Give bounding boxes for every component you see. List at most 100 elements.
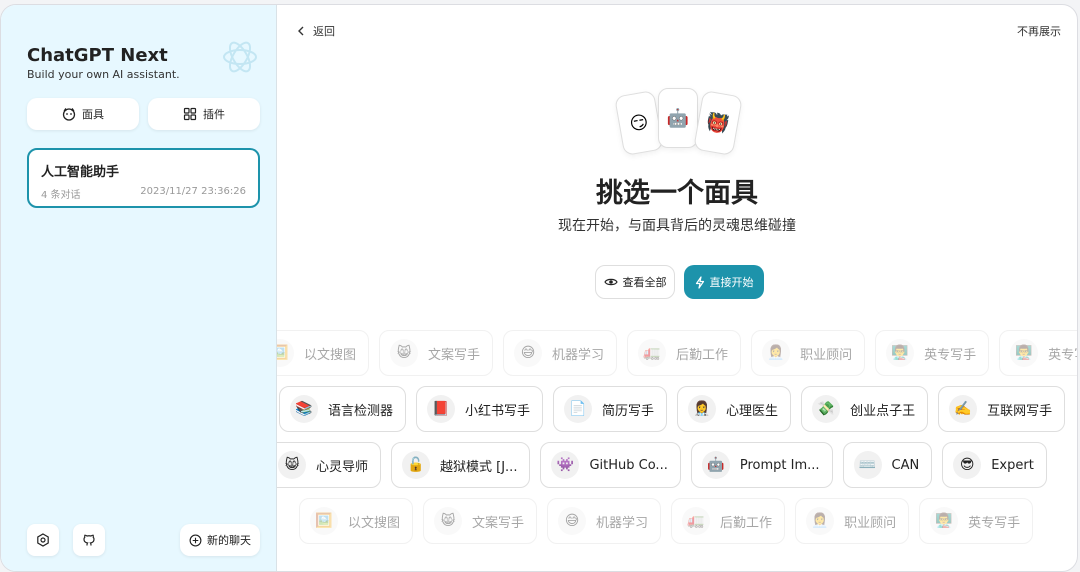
add-circle-icon	[189, 534, 202, 546]
mask-avatar: 🤖	[701, 451, 730, 479]
mask-avatar: 💸	[812, 395, 841, 423]
mask-chip[interactable]: 😅 机器学习	[503, 330, 618, 376]
mask-avatar: 😸	[390, 339, 419, 367]
mask-name: 以文搜图	[348, 515, 401, 531]
mask-chip[interactable]: 👩‍💼 职业顾问	[795, 498, 910, 544]
mask-chip[interactable]: 🚛 后勤工作	[671, 498, 786, 544]
mask-chip[interactable]: 😸 文案写手	[379, 330, 494, 376]
eye-icon	[603, 278, 618, 286]
mask-chip[interactable]: 🔓 越狱模式 [J...	[391, 442, 531, 488]
mask-name: GitHub Co...	[589, 457, 668, 473]
mask-avatar: ⌨️	[853, 451, 882, 479]
mask-chip[interactable]: 😸 文案写手	[423, 498, 538, 544]
hero-title: 挑选一个面具	[596, 178, 758, 209]
settings-button[interactable]	[27, 524, 59, 556]
mask-chip[interactable]: 😎 Expert	[942, 442, 1047, 488]
mask-name: Prompt Im...	[739, 457, 820, 473]
mask-name: Expert	[991, 457, 1034, 473]
plugin-button[interactable]: 插件	[148, 98, 260, 130]
mask-avatar: 👩‍⚕️	[688, 395, 717, 423]
mask-name: 机器学习	[552, 347, 605, 363]
emoji-card-2: 🤖	[658, 88, 698, 148]
mask-chip[interactable]: 🖼️ 以文搜图	[277, 330, 370, 376]
mask-chip[interactable]: 👨‍🏫 英专写手	[875, 330, 990, 376]
main-panel: 返回 不再展示 😏 🤖 👹 挑选一个面具 现在开始，与面具背后的灵魂思维碰撞 查…	[277, 5, 1077, 571]
mask-avatar: 🖼️	[310, 507, 338, 535]
mask-name: 后勤工作	[676, 347, 729, 363]
mask-avatar: 👨‍🏫	[930, 507, 959, 535]
chevron-left-icon	[298, 26, 304, 36]
mask-avatar: 😸	[278, 451, 306, 479]
start-label: 直接开始	[709, 276, 754, 289]
mask-chip[interactable]: 👨‍🏫 英专写手	[919, 498, 1034, 544]
mask-button-label: 面具	[82, 108, 104, 121]
new-chat-button[interactable]: 新的聊天	[180, 524, 260, 556]
emoji-card-3: 👹	[693, 89, 743, 157]
mask-avatar: 😸	[434, 507, 463, 535]
mask-name: 简历写手	[602, 403, 655, 419]
new-chat-label: 新的聊天	[207, 534, 251, 547]
mask-chip[interactable]: 👾 GitHub Co...	[540, 442, 681, 488]
mask-avatar: 👾	[551, 451, 580, 479]
mask-name: 机器学习	[596, 515, 649, 531]
view-all-button[interactable]: 查看全部	[595, 265, 675, 299]
grid-icon	[183, 107, 197, 121]
mask-avatar: 😅	[558, 507, 587, 535]
openai-logo-icon	[223, 41, 257, 73]
mask-icon	[62, 107, 76, 121]
mask-chip[interactable]: 👨‍🏫 英专写手	[999, 330, 1077, 376]
app-window: ChatGPT Next Build your own AI assistant…	[0, 4, 1078, 572]
mask-row-1: 🖼️ 以文搜图 😸 文案写手 😅 机器学习 🚛 后勤工作 👩‍💼 职业顾问 👨‍🏫 英专写手…	[277, 330, 1077, 376]
start-button[interactable]: 直接开始	[684, 265, 764, 299]
chat-item-count: 4 条对话	[41, 190, 81, 201]
mask-name: 以文搜图	[304, 347, 357, 363]
mask-name: 越狱模式 [J...	[440, 459, 518, 475]
mask-name: 创业点子王	[850, 403, 916, 419]
mask-chip[interactable]: 🤖 Prompt Im...	[690, 442, 833, 488]
mask-name: 心灵导师	[316, 459, 369, 475]
mask-avatar: 👨‍🏫	[1010, 339, 1039, 367]
emoji-robot: 🤖	[666, 107, 690, 129]
mask-name: 小红书写手	[465, 403, 531, 419]
mask-avatar: ✍️	[949, 395, 978, 423]
mask-avatar: 👨‍🏫	[886, 339, 915, 367]
mask-chip[interactable]: 👩‍💼 职业顾问	[751, 330, 866, 376]
mask-chip[interactable]: 👩‍⚕️ 心理医生	[677, 386, 792, 432]
hide-button[interactable]: 不再展示	[1017, 23, 1061, 39]
mask-avatar: 🔓	[402, 451, 431, 479]
mask-name: 职业顾问	[800, 347, 853, 363]
mask-avatar: 🚛	[682, 507, 711, 535]
back-button[interactable]: 返回	[297, 23, 335, 39]
mask-chip[interactable]: 😅 机器学习	[547, 498, 662, 544]
mask-chip[interactable]: 📕 小红书写手	[416, 386, 544, 432]
mask-avatar: 😅	[514, 339, 543, 367]
mask-name: 文案写手	[472, 515, 525, 531]
settings-icon	[37, 533, 49, 547]
github-icon	[83, 534, 95, 546]
mask-chip[interactable]: 😸 心灵导师	[277, 442, 382, 488]
chat-item[interactable]: 人工智能助手 4 条对话 2023/11/27 23:36:26	[27, 148, 260, 208]
mask-chip[interactable]: 💸 创业点子王	[801, 386, 929, 432]
mask-avatar: 😎	[953, 451, 982, 479]
mask-name: 职业顾问	[844, 515, 897, 531]
mask-chip[interactable]: 🚛 后勤工作	[627, 330, 742, 376]
mask-chip[interactable]: 🖼️ 以文搜图	[299, 498, 414, 544]
mask-row-2: 📚 语言检测器 📕 小红书写手 📄 简历写手 👩‍⚕️ 心理医生 💸 创业点子王 ✍️ 互联…	[279, 386, 1066, 432]
mask-name: 互联网写手	[987, 403, 1053, 419]
sidebar: ChatGPT Next Build your own AI assistant…	[1, 5, 277, 571]
mask-name: 文案写手	[428, 347, 481, 363]
mask-avatar: 📄	[564, 395, 593, 423]
github-button[interactable]	[73, 524, 105, 556]
app-subtitle: Build your own AI assistant.	[27, 68, 180, 81]
mask-row-3: 😸 心灵导师 🔓 越狱模式 [J... 👾 GitHub Co... 🤖 Prompt …	[277, 442, 1047, 488]
mask-avatar: 👩‍💼	[806, 507, 835, 535]
mask-avatar: 👩‍💼	[762, 339, 791, 367]
mask-chip[interactable]: ⌨️ CAN	[842, 442, 933, 488]
mask-chip[interactable]: 📄 简历写手	[553, 386, 668, 432]
mask-button[interactable]: 面具	[27, 98, 139, 130]
chat-item-title: 人工智能助手	[41, 165, 120, 180]
mask-chip[interactable]: 📚 语言检测器	[279, 386, 407, 432]
mask-name: 后勤工作	[720, 515, 773, 531]
mask-chip[interactable]: ✍️ 互联网写手	[938, 386, 1066, 432]
mask-name: 心理医生	[726, 403, 779, 419]
